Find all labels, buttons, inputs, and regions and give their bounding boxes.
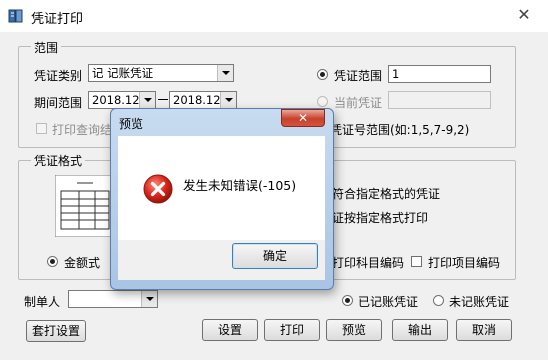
- period-range-label: 期间范围: [34, 96, 83, 110]
- unposted-voucher-radio[interactable]: [433, 295, 444, 306]
- format-group-legend: 凭证格式: [31, 152, 86, 169]
- chevron-down-icon[interactable]: [139, 92, 155, 108]
- range-group-legend: 范围: [31, 39, 62, 56]
- title-bar: 凭证打印 ✕: [0, 0, 548, 32]
- current-voucher-radio[interactable]: [317, 96, 328, 107]
- maker-label: 制单人: [24, 295, 61, 309]
- print-item-code-checkbox[interactable]: [411, 256, 422, 267]
- voucher-type-label: 凭证类别: [34, 69, 83, 83]
- voucher-range-hint: 凭证号范围(如:1,5,7-9,2): [330, 123, 470, 137]
- format-match-text: 符合指定格式的凭证: [332, 187, 441, 201]
- maker-select[interactable]: [68, 290, 158, 308]
- window-title: 凭证打印: [31, 12, 84, 27]
- amount-format-radio[interactable]: [47, 256, 58, 267]
- ok-button[interactable]: 确定: [232, 243, 318, 269]
- unposted-voucher-label: 未记账凭证: [449, 295, 510, 309]
- cancel-button[interactable]: 取消: [456, 319, 512, 341]
- current-voucher-label: 当前凭证: [334, 96, 383, 110]
- voucher-range-value: 1: [392, 67, 400, 81]
- dialog-title: 预览: [119, 117, 144, 131]
- posted-voucher-label: 已记账凭证: [358, 295, 419, 309]
- voucher-range-radio[interactable]: [317, 69, 328, 80]
- period-end-value: 2018.12: [173, 93, 221, 107]
- export-button[interactable]: 输出: [392, 319, 448, 341]
- print-query-checkbox[interactable]: [36, 123, 47, 134]
- chevron-down-icon[interactable]: [141, 291, 157, 307]
- format-print-text: 证按指定格式打印: [332, 211, 429, 225]
- print-item-code-label: 打印项目编码: [428, 256, 501, 270]
- dialog-close-button[interactable]: ✕: [281, 109, 325, 127]
- print-query-label: 打印查询结: [52, 123, 113, 137]
- period-end-select[interactable]: 2018.12: [169, 91, 237, 109]
- app-icon: [8, 9, 23, 23]
- print-subject-code-label: 打印科目编码: [332, 256, 405, 270]
- voucher-range-input[interactable]: 1: [388, 65, 491, 83]
- period-start-value: 2018.12: [92, 93, 140, 107]
- print-button[interactable]: 打印: [264, 319, 320, 341]
- voucher-range-label: 凭证范围: [334, 69, 383, 83]
- chevron-down-icon[interactable]: [220, 92, 236, 108]
- posted-voucher-radio[interactable]: [342, 295, 353, 306]
- template-setup-button[interactable]: 套打设置: [26, 320, 86, 342]
- dialog-message: 发生未知错误(-105): [183, 178, 297, 193]
- voucher-format-thumbnail: [55, 175, 115, 237]
- preview-error-dialog: 预览 ✕ 发生未知错误(-105) 确定: [110, 108, 334, 290]
- chevron-down-icon[interactable]: [217, 65, 233, 81]
- voucher-type-select[interactable]: 记 记账凭证: [88, 64, 234, 82]
- preview-button[interactable]: 预览: [326, 319, 382, 341]
- period-start-select[interactable]: 2018.12: [88, 91, 156, 109]
- error-icon: [143, 174, 173, 204]
- voucher-type-value: 记 记账凭证: [92, 66, 154, 80]
- current-voucher-input[interactable]: [388, 91, 491, 109]
- window-close-button[interactable]: ✕: [512, 4, 536, 26]
- settings-button[interactable]: 设置: [202, 319, 258, 341]
- amount-format-label: 金额式: [64, 256, 101, 270]
- period-dash: [158, 99, 168, 100]
